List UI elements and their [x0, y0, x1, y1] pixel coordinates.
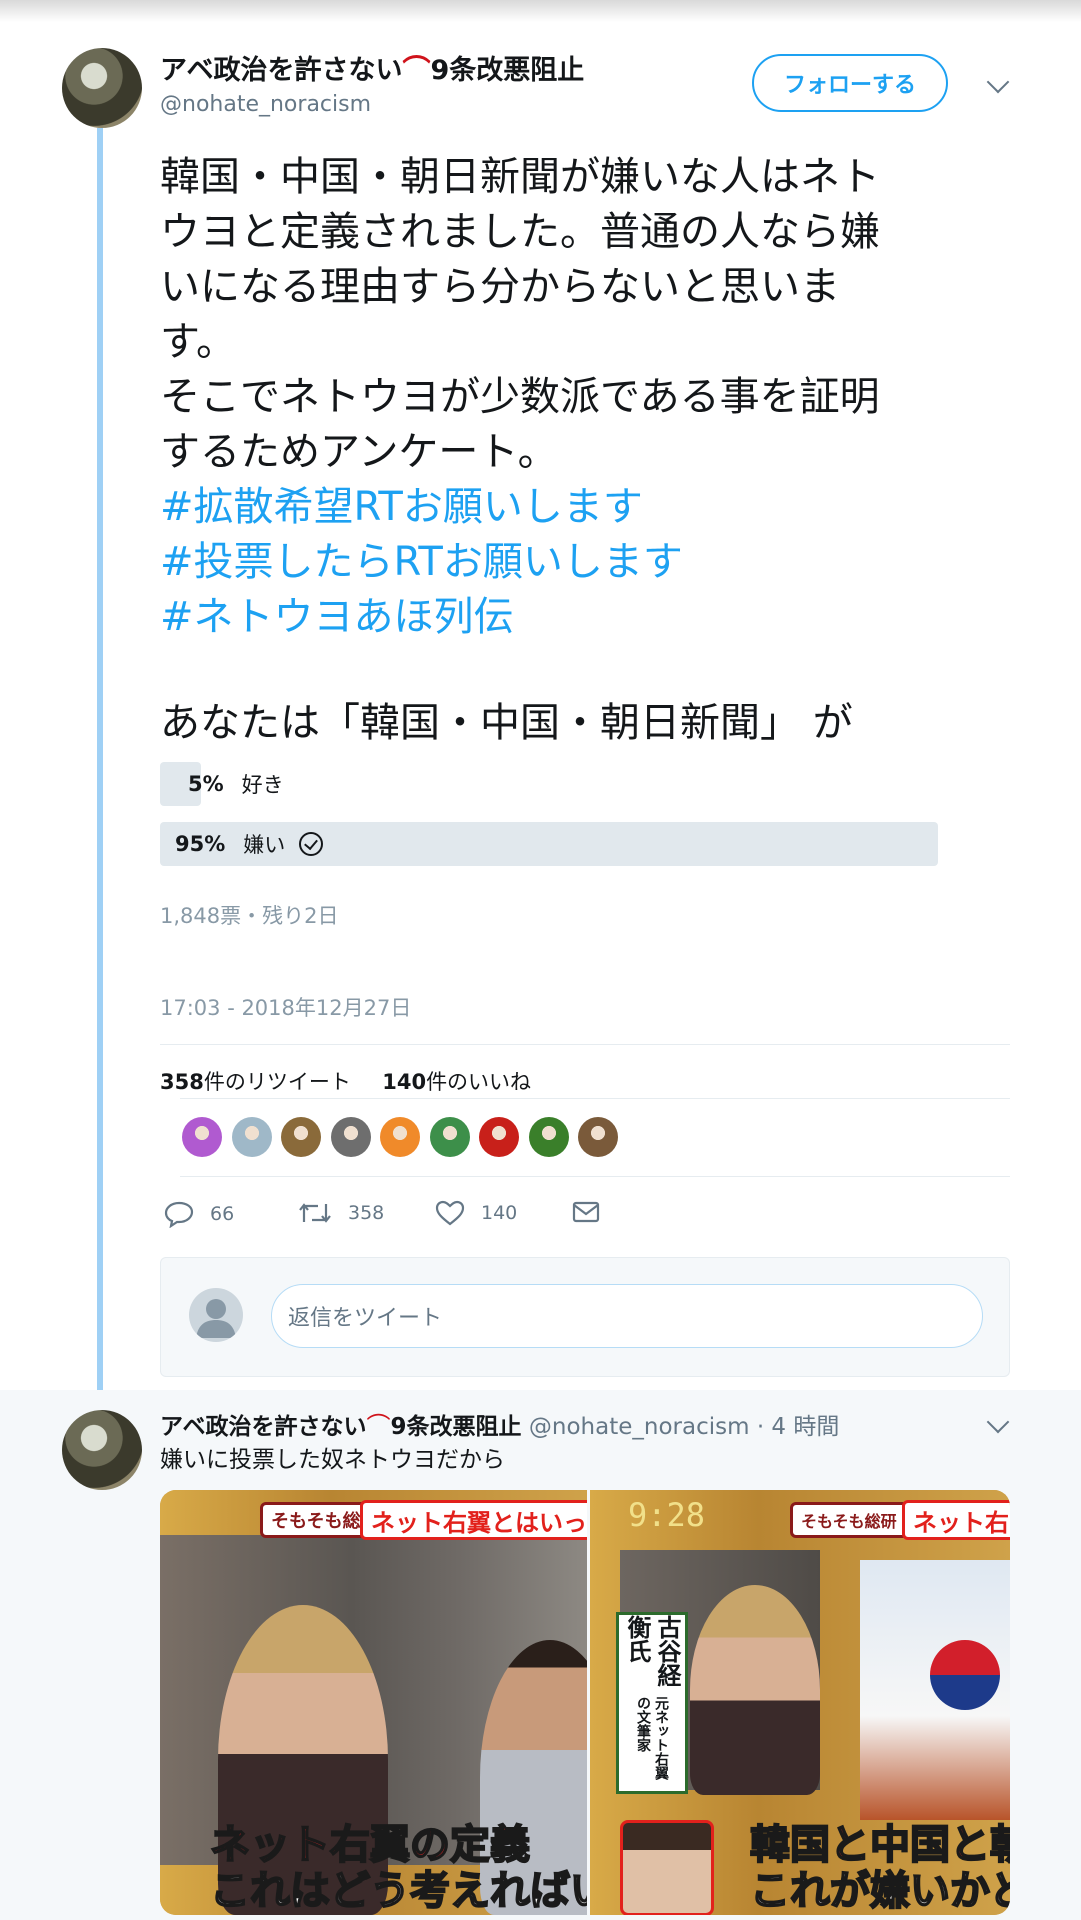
shrimp-icon: ⌒	[402, 53, 431, 86]
person-guest	[690, 1585, 820, 1795]
guest-name: 古谷経衡氏	[623, 1615, 681, 1687]
liker-avatar[interactable]	[330, 1117, 371, 1157]
shrimp-icon: ⌒	[366, 1412, 391, 1440]
reply-action[interactable]: 66	[164, 1200, 234, 1228]
author-avatar[interactable]	[62, 48, 142, 128]
like-action-count: 140	[481, 1202, 518, 1224]
user-avatar	[189, 1288, 243, 1342]
reply-text: 嫌いに投票した奴ネトウヨだから	[160, 1447, 505, 1473]
caption-line-2: これが嫌いかど	[749, 1867, 1010, 1915]
liker-avatar[interactable]	[479, 1117, 519, 1157]
reply-input[interactable]: 返信をツイート	[271, 1284, 983, 1348]
tweet-text-line: いになる理由すら分からないと思いま	[160, 264, 840, 310]
tweet-timestamp[interactable]: 17:03 - 2018年12月27日	[160, 992, 411, 1022]
reply-author-name: アベ政治を許さない	[160, 1414, 367, 1440]
poll-question: あなたは「韓国・中国・朝日新聞」 が	[160, 700, 853, 746]
liker-avatar[interactable]	[578, 1117, 618, 1157]
reply-time: · 4 時間	[756, 1414, 840, 1440]
retweet-action-count: 358	[348, 1202, 385, 1224]
reply-icon	[164, 1201, 194, 1228]
divider	[180, 1098, 1010, 1099]
chevron-down-icon[interactable]	[986, 70, 1010, 94]
poll-option-label: 嫌い	[243, 833, 286, 857]
liker-avatar[interactable]	[231, 1117, 272, 1157]
program-logo: そもそも総研	[790, 1502, 908, 1538]
broadcast-clock: 9:28	[628, 1496, 706, 1534]
reply-count: 66	[210, 1203, 235, 1225]
guest-title: 元ネット右翼の文筆家	[635, 1696, 669, 1781]
like-count[interactable]: 140	[382, 1070, 426, 1094]
liker-avatar[interactable]	[429, 1117, 470, 1157]
hashtag-link[interactable]: #ネトウヨあほ列伝	[160, 590, 1010, 645]
person-inset	[620, 1820, 714, 1915]
divider	[160, 1044, 1010, 1045]
liker-avatar[interactable]	[281, 1117, 321, 1157]
poll-option-dislike: 95% 嫌い	[175, 828, 324, 860]
poll-option-like: 5% 好き	[188, 768, 284, 800]
window-top-shadow	[0, 0, 1081, 22]
topic-banner: ネット右翼とはいった	[360, 1500, 587, 1540]
retweet-action[interactable]: 358	[298, 1200, 384, 1226]
reply-author[interactable]: アベ政治を許さない⌒9条改悪阻止 @nohate_noracism · 4 時間	[160, 1406, 839, 1441]
liker-avatar[interactable]	[182, 1117, 222, 1157]
heart-icon	[435, 1200, 465, 1226]
retweet-count[interactable]: 358	[160, 1070, 204, 1094]
tweet-text-line: す。	[160, 319, 236, 365]
liker-avatar[interactable]	[380, 1117, 420, 1157]
tweet-text-line: ウヨと定義されました。普通の人なら嫌	[160, 209, 880, 255]
poll-summary: 1,848票・残り2日	[160, 904, 339, 928]
topic-banner: ネット右	[902, 1500, 1010, 1540]
retweet-label[interactable]: 件のリツイート	[204, 1070, 351, 1094]
follow-button[interactable]: フォローする	[752, 54, 948, 112]
flag-emblem	[930, 1640, 1000, 1710]
divider	[180, 1176, 1010, 1177]
poll-percent: 5%	[188, 772, 224, 796]
reply-author-suffix: 9条改悪阻止	[390, 1414, 522, 1440]
author-name-text: アベ政治を許さない	[160, 55, 403, 86]
poll-percent: 95%	[175, 832, 226, 856]
reply-handle: @nohate_noracism	[528, 1414, 750, 1440]
like-label[interactable]: 件のいいね	[426, 1070, 531, 1094]
reply-composer: 返信をツイート	[160, 1257, 1010, 1377]
reply-author-avatar[interactable]	[62, 1410, 142, 1490]
hashtag-link[interactable]: #投票したらRTお願いします	[160, 535, 1010, 590]
tweet-text-line: 韓国・中国・朝日新聞が嫌いな人はネト	[160, 154, 880, 200]
liker-avatar[interactable]	[528, 1117, 569, 1157]
envelope-icon	[572, 1201, 600, 1223]
tweet-text-line: するためアンケート。	[160, 429, 558, 475]
engagement-stats: 358件のリツイート 140件のいいね	[160, 1066, 531, 1096]
retweet-icon	[299, 1203, 331, 1223]
thread-line	[97, 128, 103, 1390]
tweet-text: 韓国・中国・朝日新聞が嫌いな人はネト ウヨと定義されました。普通の人なら嫌 いに…	[160, 150, 1010, 645]
poll-option-label: 好き	[241, 773, 284, 797]
caption-line-2: これはどう考えればい	[209, 1867, 587, 1915]
author-handle[interactable]: @nohate_noracism	[160, 92, 371, 117]
like-action[interactable]: 140	[435, 1200, 517, 1226]
guest-name-caption: 古谷経衡氏 元ネット右翼の文筆家	[616, 1612, 688, 1794]
message-action[interactable]	[572, 1200, 616, 1224]
author-name[interactable]: アベ政治を許さない⌒9条改悪阻止	[160, 48, 584, 88]
media-image-left[interactable]: そもそも総研 ネット右翼とはいった ネット右翼の定義 これはどう考えればい	[160, 1490, 587, 1915]
hashtag-link[interactable]: #拡散希望RTお願いします	[160, 480, 1010, 535]
tweet-text-line: そこでネトウヨが少数派である事を証明	[160, 374, 880, 420]
check-circle-icon	[299, 832, 324, 856]
author-name-suffix: 9条改悪阻止	[430, 55, 585, 86]
